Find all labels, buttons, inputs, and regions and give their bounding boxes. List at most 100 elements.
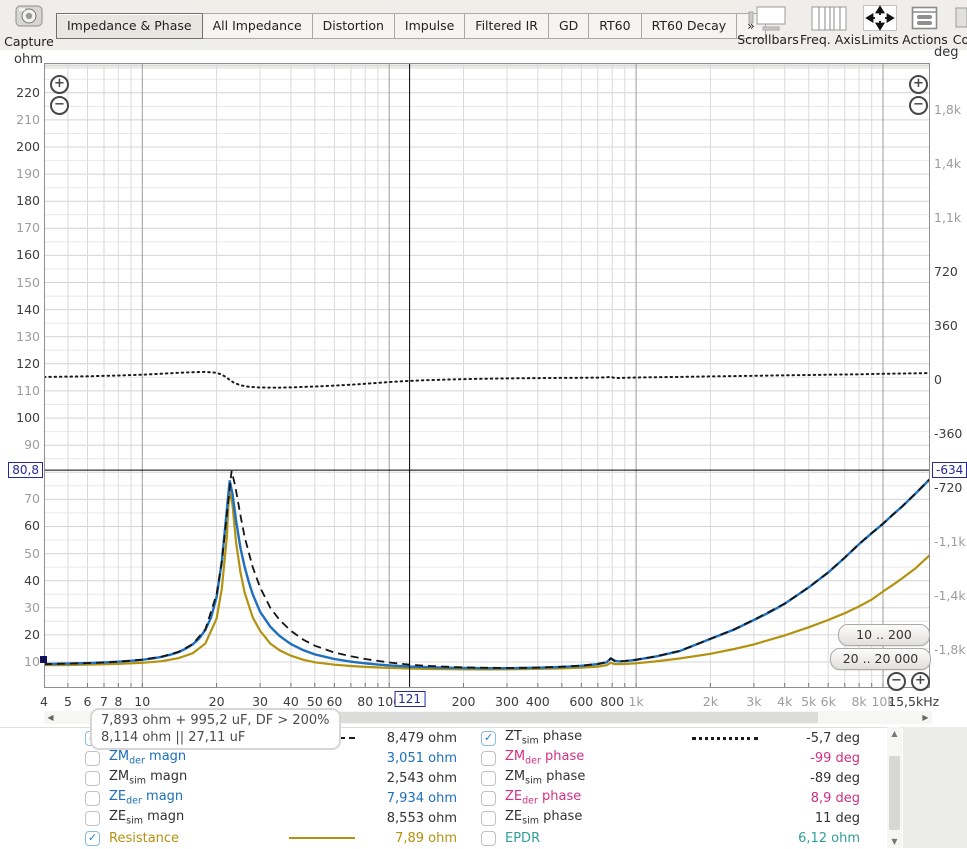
x-axis-tick-label: 15,5kHz (888, 694, 940, 709)
x-range-button[interactable]: 20 .. 20 000 (830, 648, 931, 670)
tab-rt60[interactable]: RT60 (588, 13, 642, 39)
legend-checkbox[interactable] (85, 790, 100, 806)
legend-item-resistance: ✓ Resistance 7,89 ohm (85, 828, 457, 848)
legend-checkbox[interactable] (481, 750, 496, 766)
legend-scroll-up-arrow[interactable]: ▲ (887, 727, 902, 740)
tool-limits-button[interactable]: Limits (858, 4, 902, 47)
legend-cursor-value: 2,543 ohm (386, 770, 457, 786)
legend-checkbox[interactable] (481, 770, 496, 786)
y-axis-tick-label: 170 (16, 220, 40, 236)
legend-item-epdr: EPDR 6,12 ohm (481, 828, 860, 848)
controls-icon (948, 4, 967, 31)
x-axis-tick-label: 7 (100, 694, 108, 709)
deg-axis-tick-label: 360 (934, 317, 958, 333)
y-axis-tick-label: 130 (16, 328, 40, 344)
legend-checkbox[interactable] (85, 770, 100, 786)
series-resistance (44, 489, 930, 671)
legend-trace-name: ZMsim magn (109, 769, 188, 787)
legend-cursor-value: 11 deg (814, 810, 860, 826)
camera-icon (11, 5, 47, 34)
legend-checkbox[interactable]: ✓ (481, 730, 496, 746)
zoom-in-deg-button[interactable]: + (909, 75, 928, 94)
legend-checkbox[interactable] (85, 810, 100, 826)
y-axis-tick-label: 30 (24, 599, 40, 615)
tool-scrollbars-button[interactable]: Scrollbars (736, 4, 800, 47)
zoom-in-y-button[interactable]: + (50, 75, 69, 94)
zoom-in-x-button[interactable]: + (911, 672, 930, 691)
zoom-out-y-button[interactable]: − (50, 96, 69, 115)
x-axis-tick-label: 8k (851, 694, 867, 709)
y-axis-tick-label: 160 (16, 247, 40, 263)
legend-column-phase: ✓ ZTsim phase -5,7 deg ZMder phase -99 deg ZM… (481, 728, 860, 848)
x-axis-tick-label: 60 (326, 694, 343, 709)
legend-scrollbar[interactable]: ▲ ▼ (887, 727, 902, 848)
deg-axis-tick-label: 720 (934, 263, 958, 279)
legend-cursor-value: 7,934 ohm (386, 790, 457, 806)
legend-checkbox[interactable] (481, 830, 496, 846)
tab-distortion[interactable]: Distortion (311, 13, 395, 39)
y-range-button[interactable]: 10 .. 200 (838, 624, 930, 646)
tool-label: Limits (861, 32, 899, 47)
x-axis-tick-label: 30 (252, 694, 269, 709)
legend-cursor-value: -99 deg (810, 750, 860, 766)
zoom-out-x-button[interactable]: − (887, 672, 906, 691)
impedance-chart-plot[interactable]: 7,893 ohm + 995,2 uF, DF > 200% 8,114 oh… (44, 63, 930, 750)
freq-axis-icon (800, 4, 858, 31)
y-axis-tick-label: 210 (16, 111, 40, 127)
capture-button[interactable]: Capture (2, 3, 56, 49)
toolbar: Capture Impedance & Phase All Impedance Di… (0, 0, 967, 50)
y-axis-tick-label: 220 (16, 84, 40, 100)
legend-checkbox[interactable]: ✓ (85, 830, 100, 846)
tool-freq-axis-button[interactable]: Freq. Axis (800, 4, 861, 47)
legend-cursor-value: -5,7 deg (806, 730, 860, 746)
legend-item-zeder-magn: ZEder magn 7,934 ohm (85, 788, 457, 808)
legend-item-ztsim-phase: ✓ ZTsim phase -5,7 deg (481, 728, 860, 748)
legend-cursor-value: 8,9 deg (810, 790, 860, 806)
capture-label: Capture (4, 34, 54, 49)
tab-gd[interactable]: GD (547, 13, 590, 39)
x-axis-tick-label: 6 (83, 694, 92, 709)
legend-checkbox[interactable] (481, 810, 496, 826)
y-axis-tick-label: 100 (16, 410, 40, 426)
legend-scrollbar-thumb[interactable] (889, 756, 900, 830)
scroll-right-arrow[interactable]: ▶ (919, 711, 932, 724)
tool-actions-button[interactable]: Actions (901, 4, 949, 47)
y-axis-tick-label: 110 (16, 382, 40, 398)
deg-axis-tick-label: 1,8k (934, 101, 962, 117)
zoom-out-deg-button[interactable]: − (909, 96, 928, 115)
deg-axis-tick-label: -360 (934, 426, 963, 441)
y-axis-tick-label: 150 (16, 274, 40, 290)
tooltip-line-1: 7,893 ohm + 995,2 uF, DF > 200% (101, 713, 330, 728)
deg-axis-tick-label: 1,1k (934, 209, 962, 225)
deg-axis-tick-label: -1,1k (934, 534, 966, 550)
y-axis-tick-label: 200 (16, 139, 40, 155)
left-axis-unit: ohm (14, 52, 43, 67)
deg-axis-tick-label: -720 (934, 480, 963, 496)
y-axis-tick-label: 10 (24, 653, 40, 669)
actions-icon (901, 4, 949, 31)
tab-filtered-ir[interactable]: Filtered IR (464, 13, 549, 39)
tab-rt60-decay[interactable]: RT60 Decay (640, 13, 738, 39)
legend-trace-name: ZEder phase (505, 789, 582, 807)
y-axis-tick-label: 190 (16, 166, 40, 182)
x-axis-tick-label: 800 (600, 694, 625, 709)
legend-item-zesim-magn: ZEsim magn 8,553 ohm (85, 808, 457, 828)
legend-trace-name: ZTsim phase (505, 729, 583, 747)
tab-impulse[interactable]: Impulse (393, 13, 466, 39)
deg-axis-tick-label: -1,8k (934, 642, 966, 658)
legend-checkbox[interactable] (481, 790, 496, 806)
scroll-left-arrow[interactable]: ◀ (44, 711, 57, 724)
legend-scroll-down-arrow[interactable]: ▼ (887, 835, 902, 848)
limits-icon (858, 4, 902, 31)
x-axis-tick-label: 600 (569, 694, 594, 709)
y-axis-tick-label: 120 (16, 355, 40, 371)
cursor-frequency-value: 121 (394, 691, 426, 707)
tab-impedance-phase[interactable]: Impedance & Phase (56, 13, 203, 39)
x-axis-tick-label: 300 (495, 694, 519, 709)
tab-all-impedance[interactable]: All Impedance (201, 13, 313, 39)
tool-co-button[interactable]: Co (948, 4, 967, 47)
legend-item-zmder-phase: ZMder phase -99 deg (481, 748, 860, 768)
y-axis-tick-label: 50 (24, 545, 40, 561)
legend-checkbox[interactable] (85, 750, 100, 766)
x-axis-tick-label: 40 (282, 694, 299, 709)
